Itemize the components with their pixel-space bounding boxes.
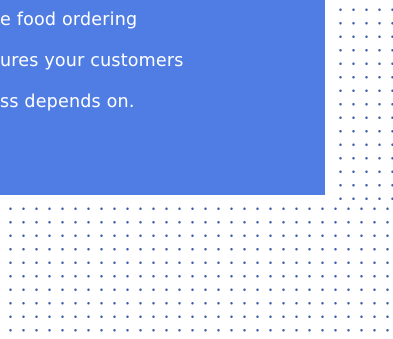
dot-pattern-bottom [0,200,393,339]
promo-text: e food ordering ures your customers ss d… [0,0,325,123]
promo-text-line-2: ures your customers [0,51,184,71]
promo-text-line-3: ss depends on. [0,92,135,112]
page: e food ordering ures your customers ss d… [0,0,393,339]
dot-pattern-right [330,0,393,200]
promo-card: e food ordering ures your customers ss d… [0,0,325,195]
promo-text-line-1: e food ordering [0,10,138,30]
